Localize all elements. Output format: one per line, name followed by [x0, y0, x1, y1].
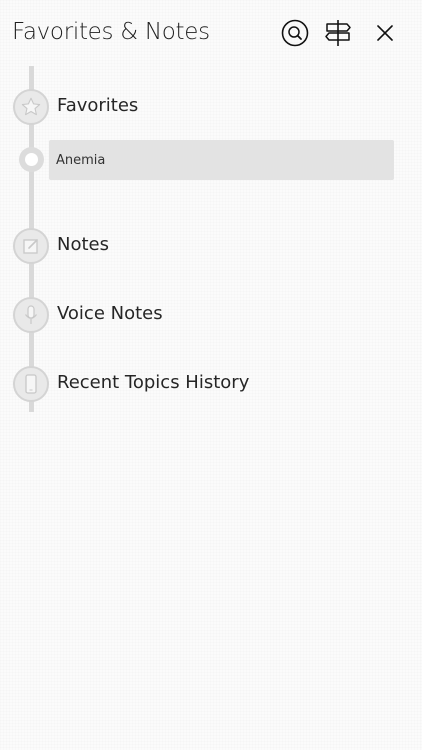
- section-label: Voice Notes: [57, 303, 163, 324]
- edit-note-icon: [13, 228, 49, 264]
- close-button[interactable]: [370, 18, 400, 48]
- favorite-item-label: Anemia: [56, 152, 106, 168]
- search-icon: [281, 19, 309, 47]
- section-label: Recent Topics History: [57, 372, 250, 393]
- favorite-item[interactable]: Anemia: [49, 140, 394, 180]
- section-recent-topics-history[interactable]: Recent Topics History: [0, 366, 422, 406]
- section-favorites[interactable]: Favorites: [0, 89, 422, 129]
- section-notes[interactable]: Notes: [0, 228, 422, 268]
- close-icon: [377, 25, 393, 41]
- search-button[interactable]: [280, 18, 310, 48]
- star-icon: [13, 89, 49, 125]
- phone-icon: [13, 366, 49, 402]
- signpost-icon: [325, 20, 351, 46]
- signpost-button[interactable]: [323, 18, 353, 48]
- timeline-node: [19, 147, 44, 172]
- page-title: Favorites & Notes: [12, 19, 210, 45]
- section-label: Notes: [57, 234, 109, 255]
- favorites-notes-screen: Favorites & Notes Favorites Anemia Notes…: [0, 0, 422, 750]
- header-bar: Favorites & Notes: [0, 0, 422, 66]
- section-voice-notes[interactable]: Voice Notes: [0, 297, 422, 337]
- section-label: Favorites: [57, 95, 139, 116]
- microphone-icon: [13, 297, 49, 333]
